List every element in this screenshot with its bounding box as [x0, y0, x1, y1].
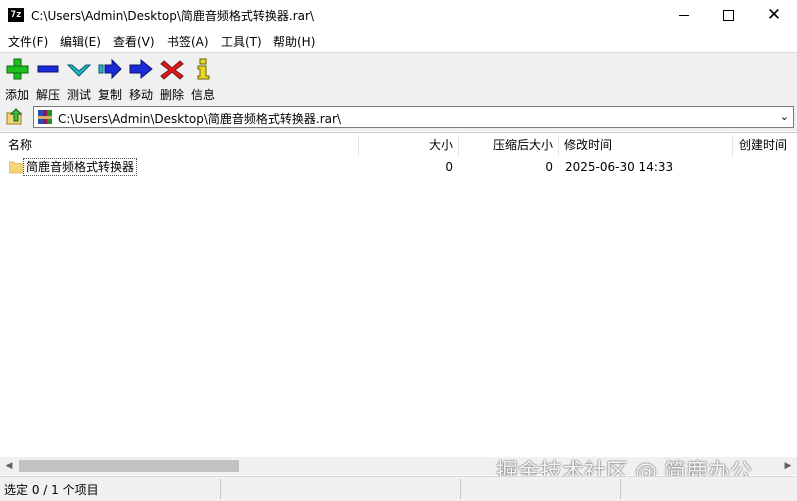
- row-modified: 2025-06-30 14:33: [565, 160, 674, 174]
- copy-button[interactable]: 复制: [95, 57, 125, 102]
- info-label: 信息: [190, 88, 215, 102]
- move-button[interactable]: 移动: [126, 57, 156, 102]
- column-separator[interactable]: [732, 135, 733, 157]
- scroll-right-icon[interactable]: ▶: [779, 457, 797, 475]
- rar-archive-icon: [38, 110, 52, 124]
- column-separator[interactable]: [558, 135, 559, 157]
- path-combobox[interactable]: C:\Users\Admin\Desktop\简鹿音频格式转换器.rar\ ⌄: [33, 106, 794, 128]
- 7zip-app-icon[interactable]: 7z: [8, 8, 24, 22]
- info-icon: [197, 58, 210, 80]
- menu-bar: 文件(F) 编辑(E) 查看(V) 书签(A) 工具(T) 帮助(H): [0, 31, 797, 51]
- scroll-left-icon[interactable]: ◀: [0, 457, 18, 475]
- file-list: 名称 大小 压缩后大小 修改时间 创建时间 简鹿音频格式转换器 0 0 2025…: [0, 132, 797, 457]
- maximize-icon: [722, 9, 734, 21]
- status-bar: 选定 0 / 1 个项目: [0, 476, 797, 501]
- minus-icon: [37, 65, 59, 73]
- chevron-down-icon[interactable]: ⌄: [780, 110, 789, 123]
- info-button[interactable]: 信息: [188, 57, 218, 102]
- path-text: C:\Users\Admin\Desktop\简鹿音频格式转换器.rar\: [58, 112, 342, 126]
- menu-help[interactable]: 帮助(H): [273, 33, 315, 50]
- horizontal-scrollbar[interactable]: ◀ ▶: [0, 457, 797, 475]
- plus-icon: [6, 58, 29, 80]
- delete-button[interactable]: 删除: [157, 57, 187, 102]
- maximize-button[interactable]: [705, 0, 751, 30]
- close-button[interactable]: ✕: [751, 0, 797, 30]
- menu-view[interactable]: 查看(V): [113, 33, 155, 50]
- scrollbar-thumb[interactable]: [19, 460, 239, 472]
- status-divider: [460, 479, 461, 499]
- status-divider: [620, 479, 621, 499]
- menu-file[interactable]: 文件(F): [8, 33, 48, 50]
- column-name[interactable]: 名称: [8, 133, 32, 157]
- extract-button[interactable]: 解压: [33, 57, 63, 102]
- address-bar: C:\Users\Admin\Desktop\简鹿音频格式转换器.rar\ ⌄: [0, 103, 797, 131]
- delete-x-icon: [160, 60, 184, 80]
- move-arrow-icon: [129, 58, 153, 80]
- window-title: C:\Users\Admin\Desktop\简鹿音频格式转换器.rar\: [31, 9, 315, 23]
- status-divider: [220, 479, 221, 499]
- test-button[interactable]: 测试: [64, 57, 94, 102]
- menu-tools[interactable]: 工具(T): [221, 33, 262, 50]
- checkmark-icon: [66, 64, 92, 77]
- folder-icon: [9, 161, 23, 174]
- minimize-button[interactable]: [661, 0, 707, 30]
- status-selection: 选定 0 / 1 个项目: [4, 483, 99, 497]
- close-icon: ✕: [766, 4, 782, 25]
- menu-bookmarks[interactable]: 书签(A): [167, 33, 209, 50]
- column-modified[interactable]: 修改时间: [564, 133, 612, 157]
- menu-edit[interactable]: 编辑(E): [60, 33, 101, 50]
- folder-up-icon[interactable]: [5, 107, 25, 127]
- copy-arrow-icon: [98, 58, 122, 80]
- column-packed-size[interactable]: 压缩后大小: [460, 133, 553, 157]
- column-created[interactable]: 创建时间: [739, 133, 787, 157]
- minimize-icon: [679, 14, 689, 16]
- table-row[interactable]: 简鹿音频格式转换器 0 0 2025-06-30 14:33: [0, 157, 797, 177]
- column-size[interactable]: 大小: [360, 133, 453, 157]
- add-button[interactable]: 添加: [2, 57, 32, 102]
- column-separator[interactable]: [358, 135, 359, 157]
- row-size: 0: [445, 160, 453, 174]
- toolbar: 添加 解压 测试 复制 移动 删除 信息: [0, 52, 797, 103]
- row-name: 简鹿音频格式转换器: [23, 158, 138, 176]
- row-packed-size: 0: [545, 160, 553, 174]
- title-bar: 7z C:\Users\Admin\Desktop\简鹿音频格式转换器.rar\…: [0, 0, 797, 30]
- column-separator[interactable]: [458, 135, 459, 157]
